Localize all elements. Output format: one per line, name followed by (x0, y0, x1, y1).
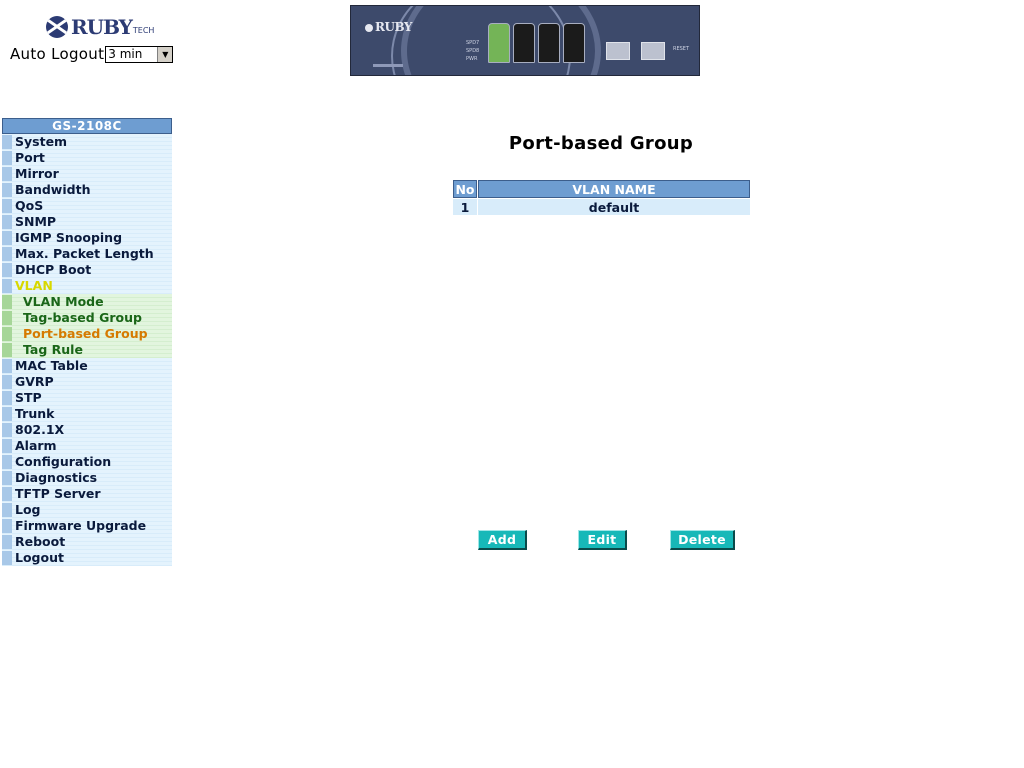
logo-suffix: TECH (132, 26, 155, 35)
panel-strip (373, 64, 403, 67)
cell-vlan-name: default (478, 199, 750, 215)
column-header-vlan-name: VLAN NAME (478, 180, 750, 198)
ethernet-port-icon (513, 23, 535, 63)
table-row[interactable]: 1 default (453, 199, 750, 215)
sidebar-item-snmp[interactable]: SNMP (2, 214, 172, 230)
sidebar-item-igmp-snooping[interactable]: IGMP Snooping (2, 230, 172, 246)
ethernet-port-icon (538, 23, 560, 63)
sidebar-item-trunk[interactable]: Trunk (2, 406, 172, 422)
sidebar-item-diagnostics[interactable]: Diagnostics (2, 470, 172, 486)
sidebar-item-port[interactable]: Port (2, 150, 172, 166)
delete-button[interactable]: Delete (670, 530, 735, 550)
sidebar-item-firmware-upgrade[interactable]: Firmware Upgrade (2, 518, 172, 534)
sidebar-item-logout[interactable]: Logout (2, 550, 172, 566)
ethernet-port-icon (563, 23, 585, 63)
sidebar-item-max-packet-length[interactable]: Max. Packet Length (2, 246, 172, 262)
add-button[interactable]: Add (478, 530, 527, 550)
sidebar-item-configuration[interactable]: Configuration (2, 454, 172, 470)
sidebar-title: GS-2108C (2, 118, 172, 134)
panel-logo-text: RUBY (375, 20, 412, 34)
sidebar-item-tag-rule[interactable]: Tag Rule (2, 342, 172, 358)
sidebar-item-dhcp-boot[interactable]: DHCP Boot (2, 262, 172, 278)
led-label: SPD8 (466, 48, 480, 54)
led-label: SPD7 (466, 40, 480, 46)
panel-led-labels: SPD7 SPD8 PWR (466, 39, 479, 63)
sfp-port-icon (641, 42, 665, 60)
auto-logout-label: Auto Logout (10, 45, 105, 63)
device-front-panel: RUBY SPD7 SPD8 PWR RESET (350, 5, 700, 76)
sidebar-item-alarm[interactable]: Alarm (2, 438, 172, 454)
sidebar-item-reboot[interactable]: Reboot (2, 534, 172, 550)
auto-logout-value: 3 min (108, 47, 143, 61)
sidebar-item-port-based-group[interactable]: Port-based Group (2, 326, 172, 342)
sidebar-item-vlan-mode[interactable]: VLAN Mode (2, 294, 172, 310)
panel-logo: RUBY (365, 20, 412, 34)
sidebar-menu: GS-2108C System Port Mirror Bandwidth Qo… (2, 118, 172, 566)
column-header-no: No (453, 180, 477, 198)
auto-logout-select[interactable]: 3 min ▼ (105, 45, 174, 63)
rubytech-logo: RUBY TECH (46, 14, 154, 40)
globe-icon (365, 23, 373, 32)
cell-no: 1 (453, 199, 477, 215)
sidebar-item-bandwidth[interactable]: Bandwidth (2, 182, 172, 198)
sidebar-item-vlan[interactable]: VLAN (2, 278, 172, 294)
page-title: Port-based Group (508, 133, 694, 154)
sidebar-item-8021x[interactable]: 802.1X (2, 422, 172, 438)
vlan-table: No VLAN NAME 1 default (452, 179, 751, 216)
sidebar-item-tag-based-group[interactable]: Tag-based Group (2, 310, 172, 326)
logo-text: RUBY (71, 15, 133, 39)
chevron-down-icon[interactable]: ▼ (157, 46, 173, 62)
sidebar-item-system[interactable]: System (2, 134, 172, 150)
sidebar-item-qos[interactable]: QoS (2, 198, 172, 214)
sidebar-item-mac-table[interactable]: MAC Table (2, 358, 172, 374)
led-label: PWR (466, 56, 478, 62)
sfp-port-icon (606, 42, 630, 60)
reset-label: RESET (673, 46, 690, 52)
edit-button[interactable]: Edit (578, 530, 627, 550)
sidebar-item-log[interactable]: Log (2, 502, 172, 518)
sidebar-item-stp[interactable]: STP (2, 390, 172, 406)
globe-icon (46, 16, 68, 38)
sidebar-item-tftp-server[interactable]: TFTP Server (2, 486, 172, 502)
sidebar-item-mirror[interactable]: Mirror (2, 166, 172, 182)
auto-logout: Auto Logout 3 min ▼ (10, 45, 174, 63)
sidebar-item-gvrp[interactable]: GVRP (2, 374, 172, 390)
ethernet-port-icon (488, 23, 510, 63)
table-header-row: No VLAN NAME (453, 180, 750, 198)
